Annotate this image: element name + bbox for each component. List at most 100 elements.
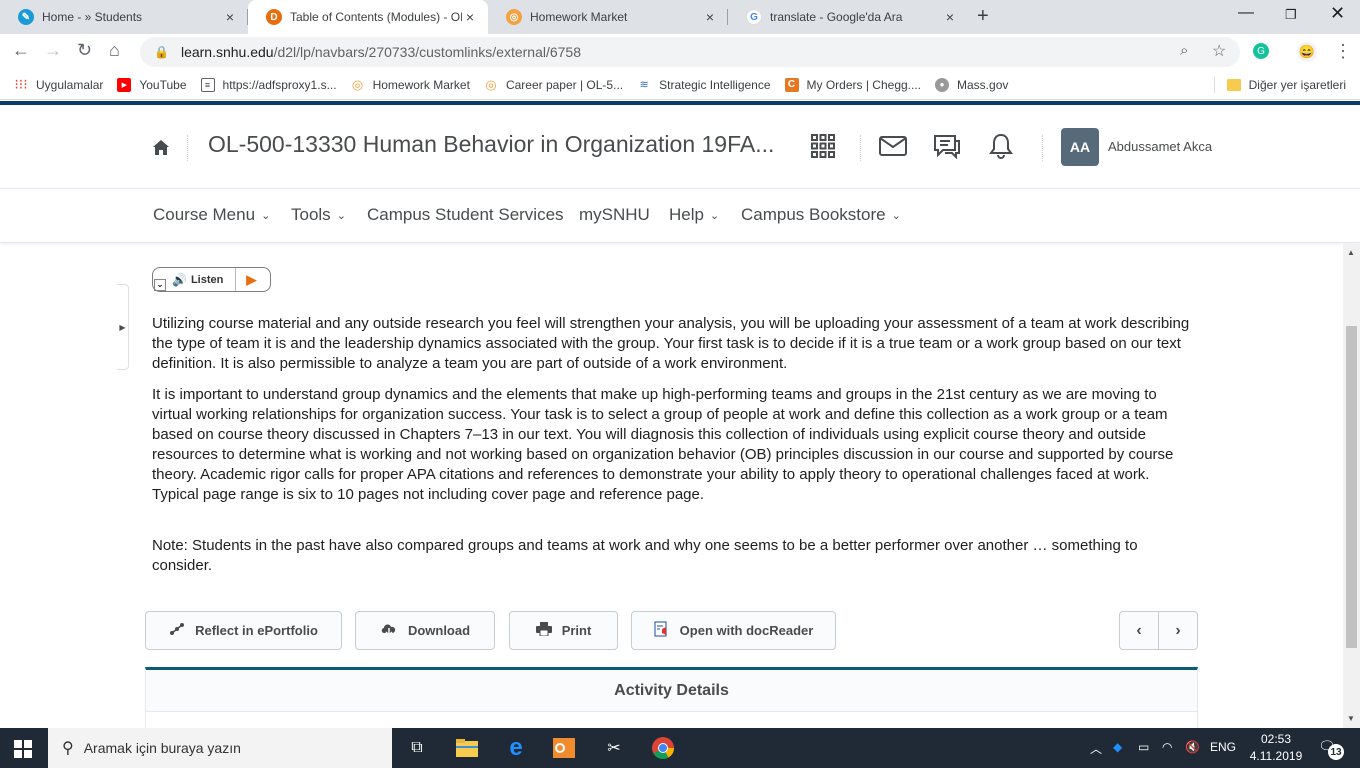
play-icon[interactable]: ▶ — [246, 272, 256, 288]
windows-start-icon[interactable] — [14, 740, 32, 758]
d2l-favicon-icon: D — [266, 9, 282, 25]
home-icon[interactable] — [152, 139, 170, 161]
bookmark-mass-gov[interactable]: ● Mass.gov — [935, 77, 1008, 92]
nav-campus-bookstore[interactable]: Campus Bookstore ⌄ — [741, 205, 901, 225]
battery-icon[interactable]: ▭ — [1138, 740, 1149, 754]
homework-market-icon: ◎ — [485, 76, 497, 92]
zoom-search-icon[interactable]: ⌕ — [1180, 42, 1188, 59]
internet-explorer-icon[interactable]: e — [503, 734, 529, 761]
system-clock[interactable]: 02:53 4.11.2019 — [1244, 731, 1308, 765]
tab-label: Homework Market — [530, 10, 628, 24]
printer-icon — [535, 622, 552, 639]
scrollbar-thumb[interactable] — [1346, 326, 1357, 648]
message-envelope-icon[interactable] — [878, 131, 908, 161]
new-tab-button[interactable]: + — [977, 5, 989, 28]
toc-panel-toggle[interactable]: ▶ — [117, 284, 129, 370]
tab-close-icon[interactable]: × — [222, 9, 238, 25]
bookmark-adfsproxy[interactable]: ≡ https://adfsproxy1.s... — [200, 77, 337, 92]
bookmark-label: My Orders | Chegg.... — [806, 77, 922, 92]
speaker-icon: 🔊 — [172, 272, 187, 287]
course-title[interactable]: OL-500-13330 Human Behavior in Organizat… — [208, 131, 774, 158]
action-center-icon[interactable]: 🗨 13 — [1318, 738, 1344, 760]
assignment-paragraph: Utilizing course material and any outsid… — [152, 315, 1190, 372]
browser-menu-icon[interactable]: ⋮ — [1334, 41, 1352, 62]
tab-table-of-contents[interactable]: D Table of Contents (Modules) - OL × — [248, 0, 488, 34]
minimize-icon[interactable]: — — [1238, 4, 1254, 22]
bookmark-star-icon[interactable]: ☆ — [1212, 41, 1226, 61]
avatar[interactable]: AA — [1061, 128, 1099, 166]
input-language[interactable]: ENG — [1210, 740, 1236, 754]
bookmark-chegg[interactable]: C My Orders | Chegg.... — [784, 77, 922, 92]
download-button[interactable]: Download — [355, 611, 495, 650]
nav-help[interactable]: Help ⌄ — [669, 205, 719, 225]
show-hidden-icons-chevron-icon[interactable]: ︿ — [1090, 740, 1102, 757]
lock-icon: 🔒 — [154, 45, 169, 59]
download-cloud-icon — [380, 622, 398, 639]
outlook-icon[interactable] — [551, 736, 577, 760]
forward-arrow-icon[interactable]: → — [44, 40, 62, 61]
nav-mysnhu[interactable]: mySNHU — [579, 205, 650, 225]
button-label: Reflect in ePortfolio — [195, 623, 318, 638]
bookmark-strategic-intelligence[interactable]: ≋ Strategic Intelligence — [637, 78, 771, 92]
bookmark-label: YouTube — [139, 77, 187, 92]
bookmark-apps[interactable]: ⁝⁝⁝ Uygulamalar — [14, 76, 103, 92]
listen-button[interactable]: ⌄ 🔊 Listen ▶ — [152, 267, 271, 292]
tab-close-icon[interactable]: × — [942, 9, 958, 25]
bookmark-career-paper[interactable]: ◎ Career paper | OL-5... — [484, 76, 623, 92]
tab-home-students[interactable]: ✎ Home - » Students × — [0, 0, 248, 34]
profile-emoji-icon[interactable]: 😄 — [1297, 42, 1317, 62]
open-with-docreader-button[interactable]: Open with docReader — [631, 611, 836, 650]
chrome-icon[interactable] — [650, 736, 676, 760]
nav-tools[interactable]: Tools ⌄ — [291, 205, 346, 225]
clock-date: 4.11.2019 — [1249, 749, 1303, 763]
snipping-tool-icon[interactable]: ✂ — [601, 736, 627, 760]
dropbox-tray-icon[interactable]: ◆ — [1113, 740, 1122, 754]
reload-icon[interactable]: ↻ — [77, 40, 92, 61]
volume-muted-icon[interactable]: 🔇 — [1185, 740, 1200, 754]
scroll-down-arrow-icon[interactable]: ▼ — [1347, 714, 1355, 723]
reflect-in-eportfolio-button[interactable]: Reflect in ePortfolio — [145, 611, 342, 650]
address-bar[interactable]: 🔒 learn.snhu.edu/d2l/lp/navbars/270733/c… — [140, 37, 1240, 67]
notifications-bell-icon[interactable] — [986, 131, 1016, 161]
wifi-icon[interactable]: ◠ — [1162, 740, 1172, 754]
other-bookmarks[interactable]: Diğer yer işaretleri — [1213, 77, 1346, 93]
restore-icon[interactable]: ❐ — [1285, 7, 1297, 23]
taskbar-search-box[interactable]: ⚲ Aramak için buraya yazın — [48, 728, 392, 768]
tab-label: translate - Google'da Ara — [770, 10, 903, 24]
grammarly-extension-icon[interactable]: G — [1253, 43, 1269, 59]
previous-topic-chevron-left-icon[interactable]: ‹ — [1120, 612, 1158, 649]
page-scrollbar[interactable]: ▲ ▼ — [1343, 244, 1360, 728]
site-favicon-icon: ✎ — [18, 9, 34, 25]
user-name[interactable]: Abdussamet Akca — [1108, 139, 1212, 154]
nav-label: Help — [669, 205, 704, 224]
scroll-up-arrow-icon[interactable]: ▲ — [1347, 248, 1355, 257]
notification-count-badge: 13 — [1328, 744, 1344, 760]
tab-google-translate[interactable]: G translate - Google'da Ara × — [728, 0, 968, 34]
course-header: OL-500-13330 Human Behavior in Organizat… — [0, 105, 1360, 189]
bookmark-divider — [1213, 77, 1215, 93]
chevron-down-icon: ⌄ — [336, 209, 346, 222]
tab-homework-market[interactable]: ◎ Homework Market × — [488, 0, 728, 34]
tab-close-icon[interactable]: × — [702, 9, 718, 25]
next-topic-chevron-right-icon[interactable]: › — [1159, 612, 1197, 649]
bookmarks-bar: ⁝⁝⁝ Uygulamalar ▶ YouTube ≡ https://adfs… — [0, 70, 1360, 100]
print-button[interactable]: Print — [509, 611, 618, 650]
search-placeholder: Aramak için buraya yazın — [83, 740, 241, 756]
button-label: Open with docReader — [679, 623, 814, 638]
nav-course-menu[interactable]: Course Menu ⌄ — [153, 205, 270, 225]
discussions-chat-icon[interactable] — [932, 131, 962, 161]
eportfolio-icon — [169, 622, 185, 639]
button-label: Download — [407, 623, 471, 638]
nav-campus-student-services[interactable]: Campus Student Services — [367, 205, 564, 225]
home-button-icon[interactable]: ⌂ — [109, 40, 120, 61]
listen-options-chevron-icon[interactable]: ⌄ — [154, 278, 166, 291]
docreader-icon — [654, 621, 670, 640]
bookmark-homework-market[interactable]: ◎ Homework Market — [351, 77, 470, 92]
back-arrow-icon[interactable]: ← — [12, 40, 30, 61]
bookmark-youtube[interactable]: ▶ YouTube — [117, 77, 187, 92]
tab-close-icon[interactable]: × — [462, 9, 478, 25]
window-close-icon[interactable]: ✕ — [1330, 3, 1345, 24]
course-selector-grid-icon[interactable] — [808, 131, 838, 161]
file-explorer-folder-icon[interactable] — [454, 736, 480, 760]
task-view-icon[interactable]: ⧉ — [404, 736, 430, 760]
